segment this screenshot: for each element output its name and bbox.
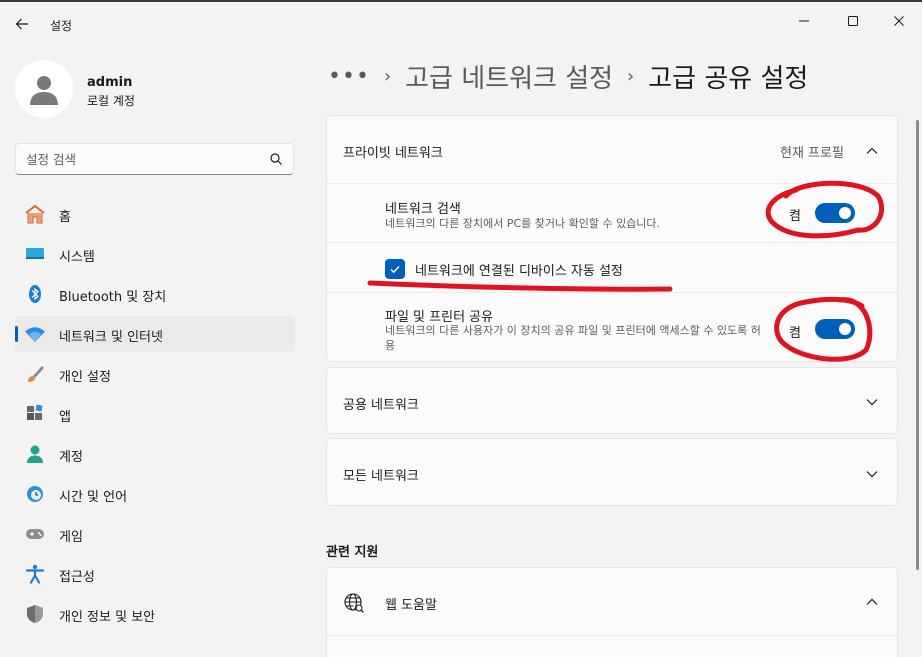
checkmark-icon xyxy=(390,265,400,274)
breadcrumb-parent-link[interactable]: 고급 네트워크 설정 xyxy=(405,58,613,95)
network-discovery-state: 켬 xyxy=(789,209,801,224)
page-title: 고급 공유 설정 xyxy=(648,63,809,94)
private-network-header[interactable]: 프라이빗 네트워크 현재 프로필 xyxy=(327,116,897,183)
chevron-down-icon[interactable] xyxy=(865,395,879,409)
divider xyxy=(327,242,897,243)
sidebar-item-personalization[interactable]: 개인 설정 xyxy=(15,356,295,392)
close-button[interactable] xyxy=(876,6,922,36)
web-help-header[interactable]: 웹 도움말 xyxy=(327,568,897,635)
app-title: 설정 xyxy=(50,19,73,33)
chevron-right-icon: › xyxy=(627,65,635,87)
related-support-card: 웹 도움말 xyxy=(326,567,898,657)
back-button[interactable] xyxy=(8,10,36,38)
minimize-icon xyxy=(799,20,809,22)
search-box[interactable] xyxy=(15,143,294,175)
wifi-icon xyxy=(24,324,46,344)
current-profile-label: 현재 프로필 xyxy=(780,146,844,161)
private-network-title: 프라이빗 네트워크 xyxy=(343,146,443,161)
account-icon xyxy=(24,444,46,464)
public-network-title: 공용 네트워크 xyxy=(343,398,419,413)
sidebar-item-privacy-security[interactable]: 개인 정보 및 보안 xyxy=(15,596,295,632)
sidebar-item-label: 개인 설정 xyxy=(59,370,111,385)
accessibility-icon xyxy=(24,564,46,584)
private-network-card: 프라이빗 네트워크 현재 프로필 네트워크 검색 네트워크의 다른 장치에서 P… xyxy=(326,115,898,362)
system-icon xyxy=(24,244,46,264)
chevron-down-icon[interactable] xyxy=(865,467,879,481)
related-support-heading: 관련 지원 xyxy=(326,545,379,560)
sidebar-item-label: 네트워크 및 인터넷 xyxy=(59,330,163,345)
toggle-knob xyxy=(839,207,851,219)
divider xyxy=(327,635,897,636)
chevron-up-icon[interactable] xyxy=(865,144,879,158)
file-printer-sharing-description: 네트워크의 다른 사용자가 이 장치의 공유 파일 및 프린터에 액세스할 수 … xyxy=(385,324,761,352)
brush-icon xyxy=(24,364,46,384)
all-networks-title: 모든 네트워크 xyxy=(343,469,419,484)
chevron-up-icon[interactable] xyxy=(865,595,879,609)
sidebar-item-apps[interactable]: 앱 xyxy=(15,396,295,432)
avatar[interactable] xyxy=(15,60,73,118)
back-arrow-icon xyxy=(15,18,28,30)
bluetooth-icon xyxy=(24,284,46,304)
divider xyxy=(327,183,897,184)
gamepad-icon xyxy=(24,524,46,544)
breadcrumb: ••• › 고급 네트워크 설정 › 고급 공유 설정 xyxy=(328,56,808,96)
toggle-knob xyxy=(839,323,851,335)
auto-setup-label[interactable]: 네트워크에 연결된 디바이스 자동 설정 xyxy=(415,260,623,279)
sidebar-item-label: 접근성 xyxy=(59,570,95,585)
sidebar-item-bluetooth[interactable]: Bluetooth 및 장치 xyxy=(15,276,295,312)
auto-setup-checkbox[interactable] xyxy=(385,259,405,279)
shield-icon xyxy=(24,604,46,624)
maximize-icon xyxy=(848,16,858,26)
globe-icon xyxy=(344,593,364,613)
title-bar: 설정 xyxy=(0,2,922,46)
maximize-button[interactable] xyxy=(830,6,876,36)
sidebar-item-network[interactable]: 네트워크 및 인터넷 xyxy=(15,316,295,352)
sidebar-item-home[interactable]: 홈 xyxy=(15,196,295,232)
home-icon xyxy=(24,204,46,224)
sidebar-item-label: 홈 xyxy=(59,210,71,225)
sidebar-item-label: 앱 xyxy=(59,410,71,425)
sidebar-nav: 홈 시스템 Bluetooth 및 장치 네트워크 및 인터넷 개인 설정 앱 xyxy=(15,196,295,636)
divider xyxy=(327,292,897,293)
sidebar-item-time-language[interactable]: 시간 및 언어 xyxy=(15,476,295,512)
breadcrumb-more-button[interactable]: ••• xyxy=(328,64,370,89)
close-icon xyxy=(894,16,904,26)
profile-account-type: 로컬 계정 xyxy=(87,94,135,108)
profile-name: admin xyxy=(87,75,133,90)
sidebar-item-accounts[interactable]: 계정 xyxy=(15,436,295,472)
network-discovery-description: 네트워크의 다른 장치에서 PC를 찾거나 확인할 수 있습니다. xyxy=(385,217,661,230)
apps-icon xyxy=(24,404,46,424)
sidebar-item-label: 시스템 xyxy=(59,250,95,265)
minimize-button[interactable] xyxy=(781,6,827,36)
file-printer-sharing-toggle[interactable] xyxy=(815,319,855,339)
web-help-label: 웹 도움말 xyxy=(385,598,437,613)
chevron-right-icon: › xyxy=(383,65,392,87)
search-icon[interactable] xyxy=(269,152,283,166)
time-language-icon xyxy=(24,484,46,504)
sidebar-item-label: Bluetooth 및 장치 xyxy=(59,290,167,305)
scrollbar[interactable] xyxy=(916,120,919,570)
public-network-card[interactable]: 공용 네트워크 xyxy=(326,367,898,434)
sidebar-item-accessibility[interactable]: 접근성 xyxy=(15,556,295,592)
network-discovery-title: 네트워크 검색 xyxy=(385,202,461,217)
search-input[interactable] xyxy=(26,150,266,168)
sidebar-item-gaming[interactable]: 게임 xyxy=(15,516,295,552)
file-printer-sharing-state: 켬 xyxy=(789,326,801,341)
sidebar-item-label: 시간 및 언어 xyxy=(59,490,128,505)
all-networks-card[interactable]: 모든 네트워크 xyxy=(326,438,898,506)
sidebar-item-label: 게임 xyxy=(59,530,83,545)
user-icon xyxy=(30,76,58,105)
sidebar-item-label: 개인 정보 및 보안 xyxy=(59,610,156,625)
sidebar-item-system[interactable]: 시스템 xyxy=(15,236,295,272)
sidebar-item-label: 계정 xyxy=(59,450,83,465)
network-discovery-toggle[interactable] xyxy=(815,203,855,223)
